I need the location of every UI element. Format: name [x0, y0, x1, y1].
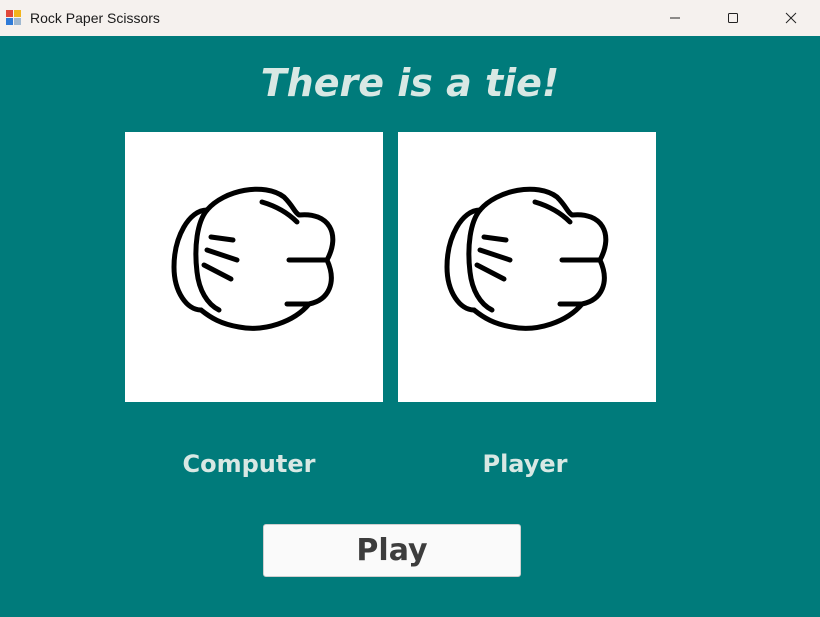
title-bar: Rock Paper Scissors — [0, 0, 820, 36]
maximize-button[interactable] — [704, 0, 762, 36]
rock-fist-icon — [171, 186, 336, 331]
game-area: There is a tie! Computer Player Play — [0, 36, 820, 617]
close-button[interactable] — [762, 0, 820, 36]
minimize-button[interactable] — [646, 0, 704, 36]
player-choice-picture — [398, 132, 656, 402]
window-controls — [646, 0, 820, 36]
play-button[interactable]: Play — [263, 524, 521, 577]
rock-fist-icon — [444, 186, 609, 331]
player-label: Player — [482, 450, 568, 478]
maximize-icon — [728, 13, 738, 23]
minimize-icon — [670, 17, 680, 19]
close-icon — [785, 12, 797, 24]
app-icon — [6, 10, 22, 26]
computer-choice-picture — [125, 132, 383, 402]
window-title: Rock Paper Scissors — [30, 10, 160, 26]
result-label: There is a tie! — [260, 61, 560, 105]
computer-label: Computer — [182, 450, 316, 478]
